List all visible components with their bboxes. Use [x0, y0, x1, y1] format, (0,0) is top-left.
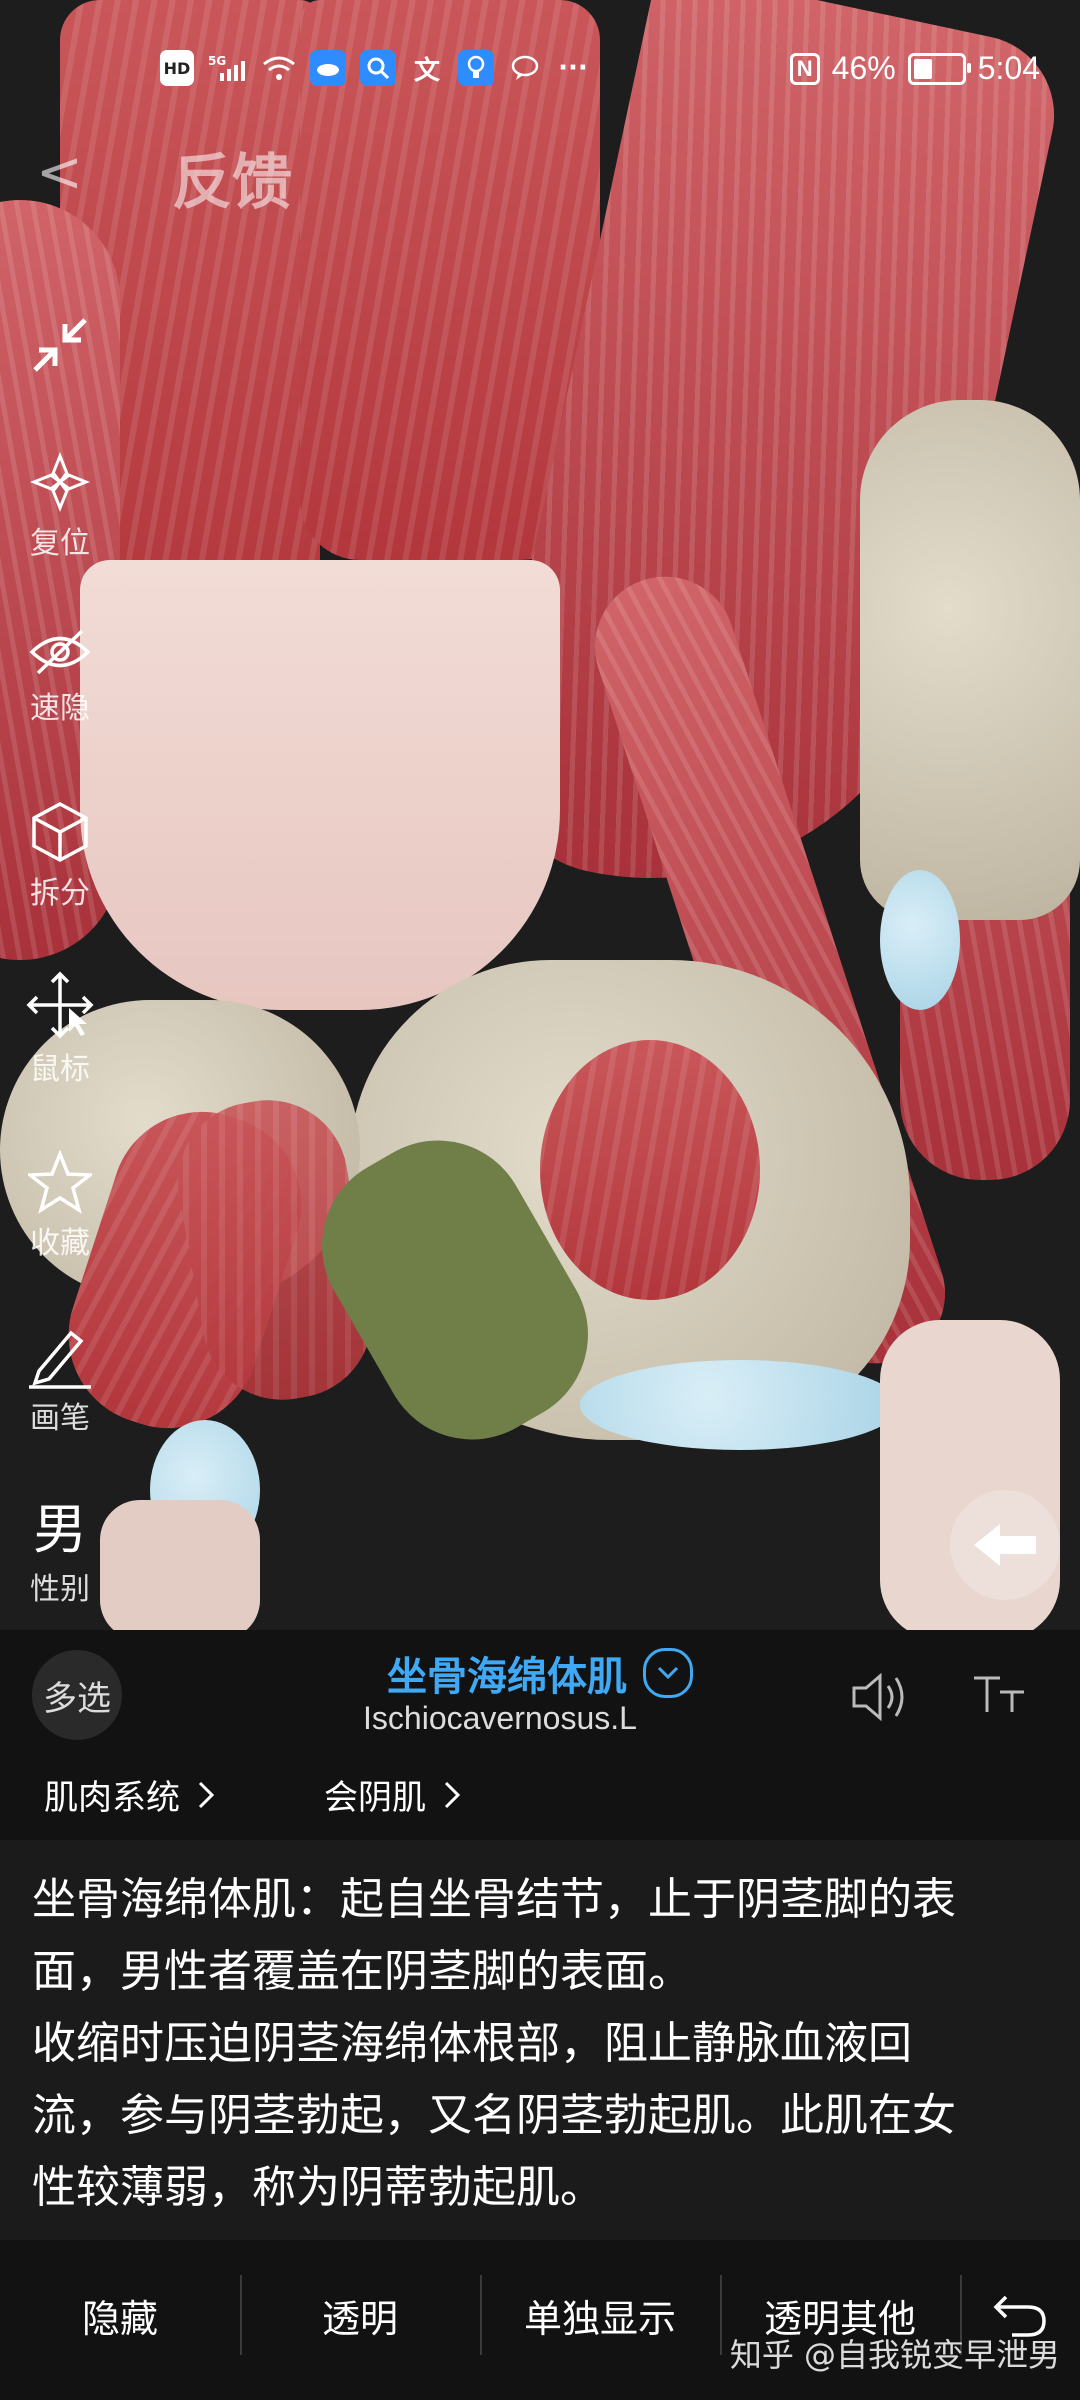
description-line: 性较薄弱，称为阴蒂勃起肌。	[32, 2162, 604, 2213]
chevron-down-icon	[657, 1666, 679, 1680]
expand-panel-button[interactable]	[950, 1490, 1060, 1600]
more-icon: ···	[558, 53, 588, 83]
star-icon	[28, 1150, 92, 1214]
nfc-icon: N	[789, 52, 820, 85]
description-line: 收缩时压迫阴茎海绵体根部，阻止静脉血液回	[32, 2018, 912, 2069]
toolbar-mouse-label: 鼠标	[30, 1052, 90, 1087]
toolbar-mouse[interactable]: 鼠标	[0, 970, 120, 1088]
pen-icon	[29, 1330, 91, 1389]
chat-icon	[508, 50, 542, 86]
breadcrumb: 肌肉系统 会阴肌	[44, 1770, 460, 1819]
acetabulum-cartilage[interactable]	[880, 870, 960, 1010]
cube-split-icon	[32, 802, 88, 862]
description-line: 流，参与阴茎勃起，又名阴茎勃起肌。此肌在女	[32, 2090, 956, 2141]
arrow-left-icon	[974, 1524, 1036, 1566]
breadcrumb-system[interactable]: 肌肉系统	[44, 1770, 214, 1819]
toolbar-pen[interactable]: 画笔	[0, 1325, 120, 1437]
toolbar-hide[interactable]: 速隐	[0, 625, 120, 727]
pronounce-button[interactable]	[850, 1670, 912, 1728]
breadcrumb-group-label: 会阴肌	[324, 1778, 426, 1818]
toolbar-favorite-label: 收藏	[30, 1226, 90, 1261]
collapse-button[interactable]	[0, 310, 120, 380]
clock: 5:04	[977, 50, 1040, 86]
text-size-button[interactable]	[970, 1670, 1028, 1729]
description-line: 坐骨海绵体肌：起自坐骨结节，止于阴茎脚的表	[32, 1874, 956, 1925]
status-bar: HD 5G 文 ··· N 46% 5:04	[0, 40, 1080, 100]
description-box: 坐骨海绵体肌：起自坐骨结节，止于阴茎脚的表 面，男性者覆盖在阴茎脚的表面。 收缩…	[0, 1840, 1080, 2240]
hd-icon: HD	[160, 50, 194, 86]
muscle-dropdown-button[interactable]	[643, 1648, 693, 1698]
toolbar-hide-label: 速隐	[30, 691, 90, 726]
battery-icon	[907, 52, 971, 85]
ischial-cartilage[interactable]	[580, 1360, 900, 1450]
linea-alba-fascia[interactable]	[80, 560, 560, 1010]
chevron-right-icon	[198, 1781, 214, 1808]
translate-icon: 文	[413, 55, 440, 86]
bulb-icon	[458, 50, 494, 86]
show-alone-button[interactable]: 单独显示	[480, 2255, 720, 2375]
muscle-name-cn: 坐骨海绵体肌	[387, 1654, 627, 1700]
gender-glyph: 男	[33, 1498, 87, 1561]
toolbar-gender[interactable]: 男 性别	[0, 1500, 120, 1608]
wifi-icon	[262, 50, 296, 86]
muscle-description: 坐骨海绵体肌：起自坐骨结节，止于阴茎脚的表 面，男性者覆盖在阴茎脚的表面。 收缩…	[32, 1864, 1052, 2224]
description-line: 面，男性者覆盖在阴茎脚的表面。	[32, 1946, 692, 1997]
toolbar-split-label: 拆分	[30, 876, 90, 911]
breadcrumb-system-label: 肌肉系统	[44, 1778, 180, 1818]
toolbar-reset-label: 复位	[30, 526, 90, 561]
back-button[interactable]: <	[36, 140, 83, 205]
obturator-externus[interactable]	[540, 1040, 760, 1300]
anatomy-3d-viewport[interactable]	[0, 0, 1080, 1630]
muscle-info-panel: 多选 坐骨海绵体肌 Ischiocavernosus.L 肌肉系统 会阴肌 坐骨…	[0, 1630, 1080, 2400]
watermark: 知乎 @自我锐变早泄男	[729, 2336, 1060, 2374]
text-size-icon	[974, 1676, 1024, 1712]
muscle-name: 坐骨海绵体肌	[0, 1644, 1080, 1702]
toolbar-favorite[interactable]: 收藏	[0, 1150, 120, 1262]
toolbar-split[interactable]: 拆分	[0, 800, 120, 912]
breadcrumb-group[interactable]: 会阴肌	[324, 1770, 460, 1819]
battery-percent: 46%	[831, 50, 896, 86]
page-title: 反馈	[172, 148, 292, 218]
transparent-button[interactable]: 透明	[240, 2255, 480, 2375]
reset-icon	[29, 451, 91, 513]
toolbar-pen-label: 画笔	[30, 1401, 90, 1436]
toolbar-gender-label: 性别	[30, 1572, 90, 1607]
chevron-right-icon	[444, 1781, 460, 1808]
search-app-icon	[360, 50, 396, 86]
ilium-right[interactable]	[860, 400, 1080, 920]
eye-hide-icon	[29, 629, 91, 675]
speaker-icon	[852, 1672, 904, 1722]
hide-button[interactable]: 隐藏	[0, 2255, 240, 2375]
toolbar-reset[interactable]: 复位	[0, 450, 120, 562]
collapse-arrows-icon	[33, 318, 87, 372]
signal-icon: 5G	[208, 50, 248, 86]
cloud-app-icon	[310, 50, 346, 86]
mouse-move-icon	[26, 971, 94, 1039]
gracilis[interactable]	[100, 1500, 260, 1630]
svg-text:5G: 5G	[208, 54, 226, 68]
